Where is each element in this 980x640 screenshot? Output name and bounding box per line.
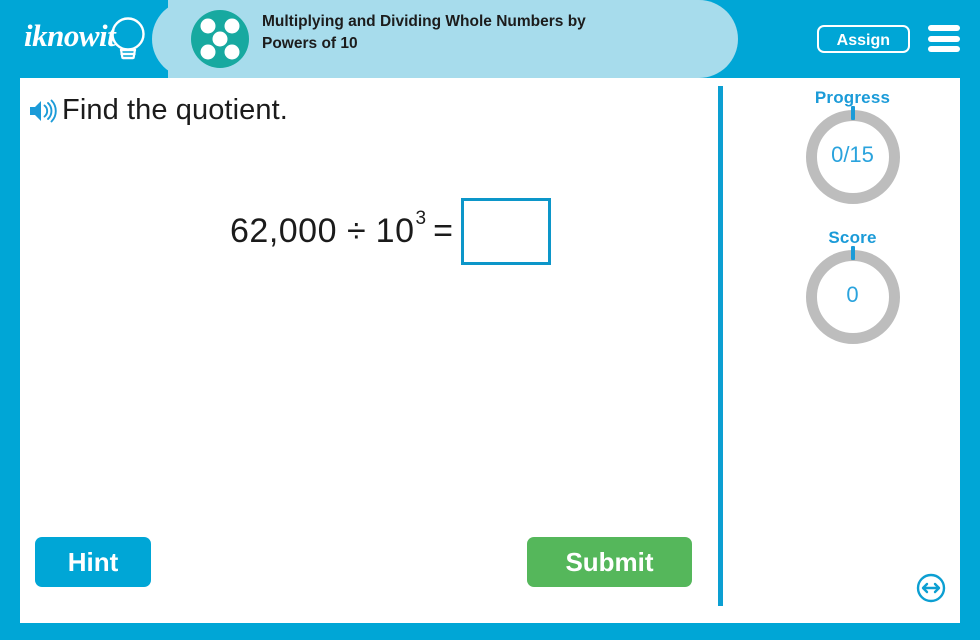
- menu-bar-3: [928, 46, 960, 52]
- progress-ring: 0/15: [805, 106, 900, 204]
- score-value: 0: [846, 282, 859, 307]
- app-header: Multiplying and Dividing Whole Numbers b…: [0, 0, 980, 78]
- score-label: Score: [828, 228, 877, 247]
- hint-button[interactable]: Hint: [35, 537, 151, 587]
- score-stat: Score 0: [745, 228, 960, 344]
- skill-title-line-2: Powers of 10: [262, 35, 358, 52]
- question-prompt-row: Find the quotient.: [28, 94, 288, 127]
- progress-value: 0/15: [831, 142, 874, 167]
- score-ring-tick: [850, 246, 855, 260]
- menu-bar-1: [928, 25, 960, 31]
- five-dots-circle-icon: [190, 9, 250, 69]
- skill-title-line-1: Multiplying and Dividing Whole Numbers b…: [262, 13, 586, 30]
- submit-button[interactable]: Submit: [527, 537, 692, 587]
- assign-button[interactable]: Assign: [816, 25, 910, 53]
- lightbulb-icon: [104, 15, 152, 63]
- expression-dividend: 62,000: [230, 212, 337, 250]
- progress-ring-tick: [850, 106, 855, 120]
- resize-horizontal-icon[interactable]: [916, 573, 946, 603]
- expression-base: 10: [375, 212, 415, 250]
- progress-stat: Progress 0/15: [745, 88, 960, 204]
- content-card: Find the quotient. 62,000 ÷ 10 3 = Progr…: [20, 78, 960, 623]
- answer-input[interactable]: [460, 198, 551, 265]
- app-window: Multiplying and Dividing Whole Numbers b…: [0, 0, 980, 640]
- skill-title: Multiplying and Dividing Whole Numbers b…: [262, 11, 712, 55]
- speaker-icon[interactable]: [28, 98, 58, 124]
- stats-panel: Progress 0/15 Score 0: [745, 88, 960, 344]
- iknowit-logo[interactable]: iknowit: [22, 13, 162, 65]
- expression-equals-sign: =: [433, 212, 453, 250]
- score-ring: 0: [805, 246, 900, 344]
- expression-operator: ÷: [347, 212, 366, 250]
- hamburger-menu-icon[interactable]: [928, 25, 960, 52]
- skill-title-band: Multiplying and Dividing Whole Numbers b…: [152, 0, 738, 78]
- panel-divider: [718, 86, 723, 606]
- progress-label: Progress: [814, 88, 891, 107]
- expression-exponent: 3: [415, 207, 427, 229]
- menu-bar-2: [928, 35, 960, 42]
- question-prompt: Find the quotient.: [62, 94, 288, 126]
- math-expression: 62,000 ÷ 10 3 =: [230, 198, 551, 265]
- logo-wordmark: iknowit: [24, 18, 116, 53]
